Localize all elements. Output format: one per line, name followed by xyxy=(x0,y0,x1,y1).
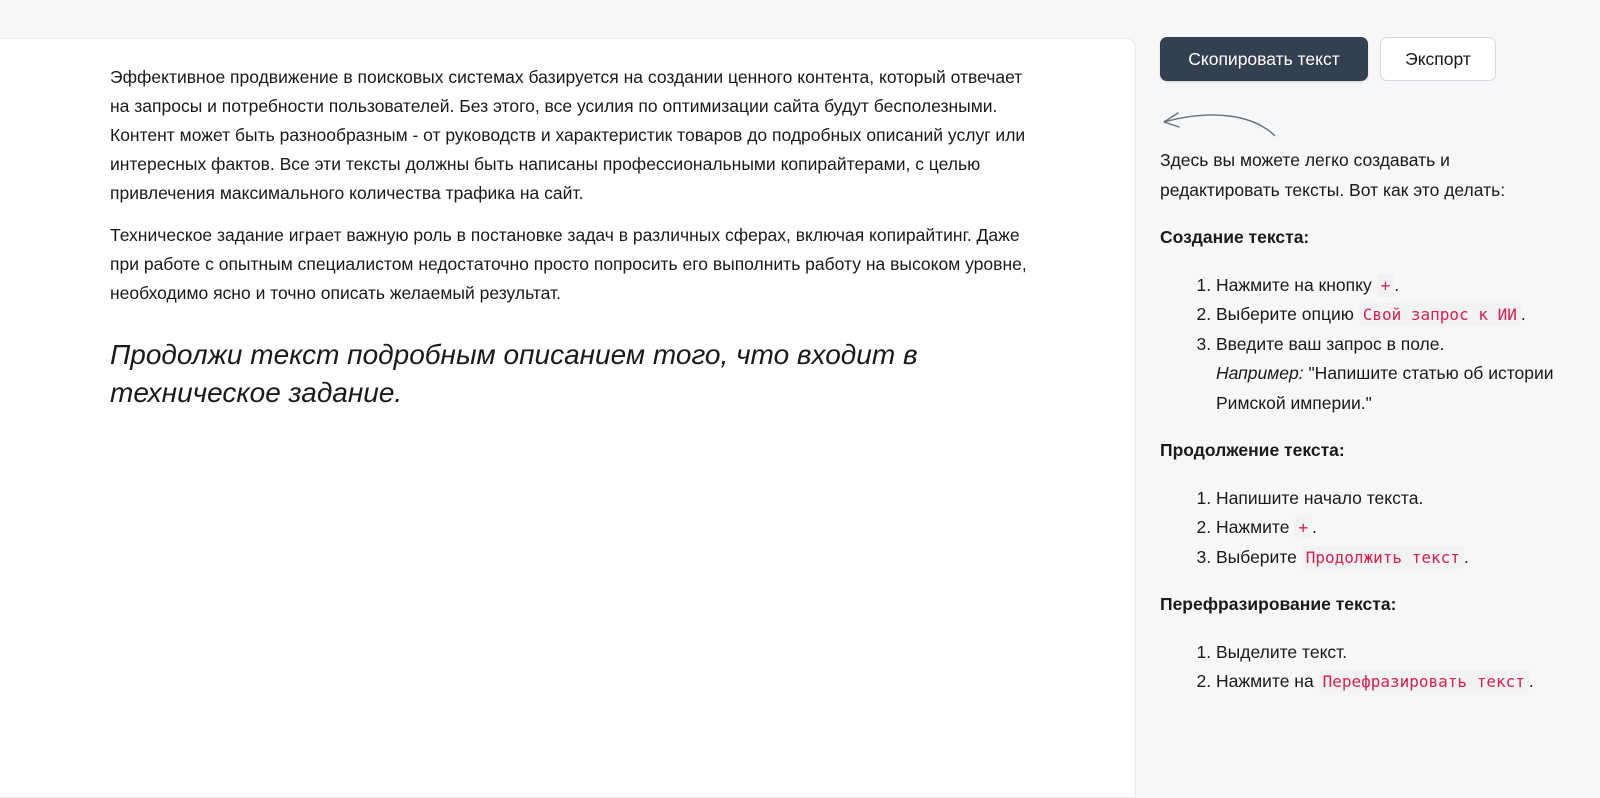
example-label: Например: xyxy=(1216,363,1304,383)
list-item: Нажмите на кнопку +. xyxy=(1216,271,1560,301)
list-item: Напишите начало текста. xyxy=(1216,484,1560,514)
editor-content[interactable]: Эффективное продвижение в поисковых сист… xyxy=(110,63,1030,425)
curved-arrow-left-icon xyxy=(1163,112,1276,137)
inline-code: + xyxy=(1294,516,1312,539)
steps-list: Выделите текст. Нажмите на Перефразирова… xyxy=(1160,638,1560,697)
steps-list: Нажмите на кнопку +. Выберите опцию Свой… xyxy=(1160,271,1560,419)
inline-code: Перефразировать текст xyxy=(1318,670,1529,693)
inline-code: + xyxy=(1376,273,1395,297)
steps-list: Напишите начало текста. Нажмите +. Выбер… xyxy=(1160,484,1560,573)
list-item: Выделите текст. xyxy=(1216,638,1560,668)
export-button[interactable]: Экспорт xyxy=(1380,37,1496,81)
section-title: Перефразирование текста: xyxy=(1160,594,1397,614)
editor-paragraph[interactable]: Эффективное продвижение в поисковых сист… xyxy=(110,63,1030,208)
list-item: Введите ваш запрос в поле.Например: "Нап… xyxy=(1216,330,1560,419)
list-item: Нажмите на Перефразировать текст. xyxy=(1216,667,1560,697)
editor-prompt[interactable]: Продолжи текст подробным описанием того,… xyxy=(110,336,1030,412)
help-intro: Здесь вы можете легко создавать и редакт… xyxy=(1160,150,1506,200)
inline-code: Продолжить текст xyxy=(1301,545,1464,569)
editor-paragraph[interactable]: Техническое задание играет важную роль в… xyxy=(110,221,1030,308)
list-item: Выберите опцию Свой запрос к ИИ. xyxy=(1216,300,1560,330)
sidebar: Скопировать текст Экспорт Здесь вы может… xyxy=(1160,0,1580,778)
list-item: Выберите Продолжить текст. xyxy=(1216,543,1560,573)
section-title: Создание текста: xyxy=(1160,227,1310,247)
text-editor[interactable]: Эффективное продвижение в поисковых сист… xyxy=(0,38,1136,798)
section-title: Продолжение текста: xyxy=(1160,440,1345,460)
list-item: Нажмите +. xyxy=(1216,513,1560,543)
copy-text-button[interactable]: Скопировать текст xyxy=(1160,37,1368,81)
inline-code: Свой запрос к ИИ xyxy=(1358,303,1521,326)
help-instructions: Здесь вы можете легко создавать и редакт… xyxy=(1160,146,1560,715)
